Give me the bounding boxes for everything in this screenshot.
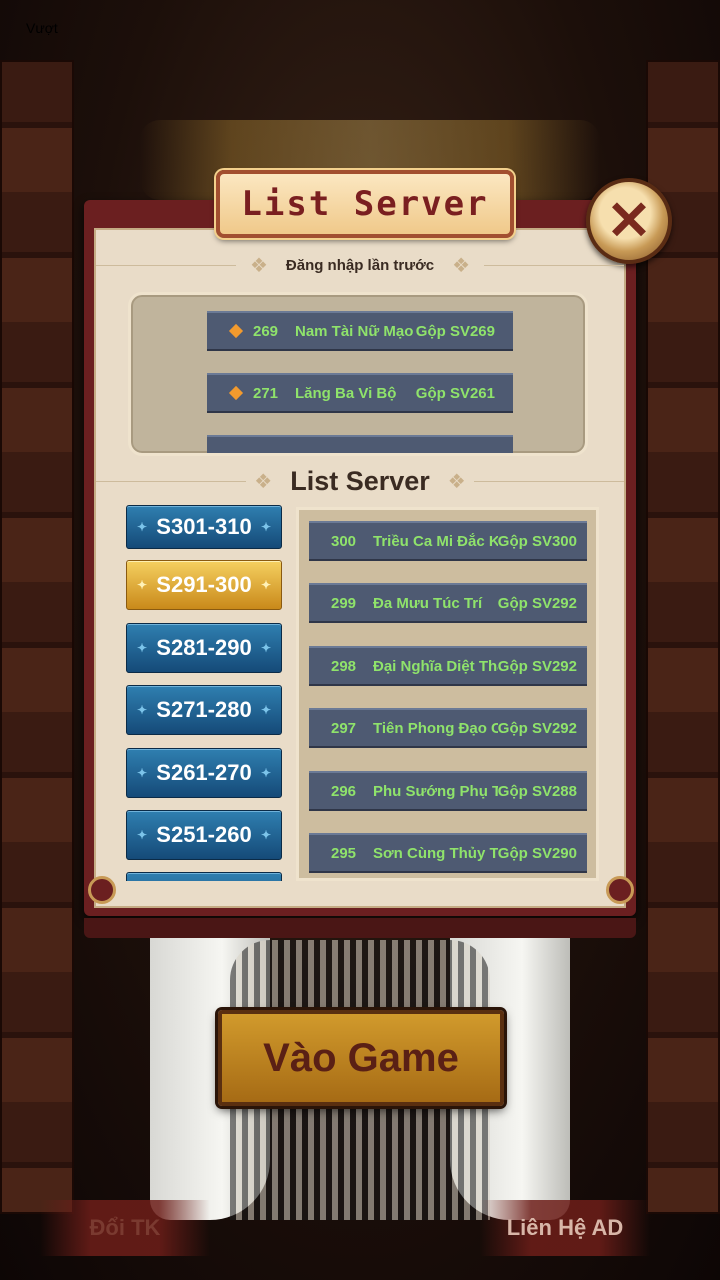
recent-server-row[interactable]: 271 Lăng Ba Vi Bộ Gộp SV261 <box>207 373 513 413</box>
server-group-label: S281-290 <box>156 635 252 660</box>
server-group-tab-active[interactable]: ✦ S291-300 ✦ <box>126 560 282 610</box>
server-merge-label: Gộp SV300 <box>497 532 577 550</box>
sparkle-icon: ✦ <box>137 641 148 655</box>
dialog-base <box>84 918 636 938</box>
server-row[interactable]: 298 Đại Nghĩa Diệt Thân Gộp SV292 <box>309 646 587 686</box>
sparkle-icon: ✦ <box>260 520 271 534</box>
recent-login-label: Đăng nhập lần trước <box>285 256 435 274</box>
sparkle-icon: ✦ <box>260 703 271 717</box>
server-number: 271 <box>253 384 279 402</box>
sparkle-icon: ✦ <box>137 766 148 780</box>
server-number: 269 <box>253 322 279 340</box>
server-group-label: S261-270 <box>156 760 252 785</box>
server-group-list[interactable]: ✦ S301-310 ✦ ✦ S291-300 ✦ ✦ S281-290 ✦ ✦… <box>126 505 284 881</box>
dialog-title-plate: List Server <box>216 170 514 238</box>
diamond-icon <box>228 385 244 401</box>
server-merge-label: Gộp SV290 <box>497 844 577 862</box>
server-number: 295 <box>331 844 357 862</box>
server-name: Phu Sướng Phụ Tùy <box>373 782 498 800</box>
knot-ornament-icon: ❖ <box>452 254 471 277</box>
server-name: Đa Mưu Túc Trí <box>373 594 483 612</box>
status-text: Vượt <box>26 20 58 36</box>
background-pillar-left <box>0 60 74 1214</box>
server-group-tab[interactable]: ✦ S251-260 ✦ <box>126 810 282 860</box>
close-button[interactable]: ✕ <box>586 178 672 264</box>
server-name: Đại Nghĩa Diệt Thân <box>373 657 498 675</box>
server-group-label: S251-260 <box>156 822 252 847</box>
sparkle-icon: ✦ <box>260 766 271 780</box>
server-list-label: List Server <box>290 465 430 496</box>
server-group-tab[interactable]: ✦ S271-280 ✦ <box>126 685 282 735</box>
play-game-button[interactable]: Vào Game <box>218 1010 504 1106</box>
server-row[interactable]: 299 Đa Mưu Túc Trí Gộp SV292 <box>309 583 587 623</box>
dialog-title: List Server <box>241 184 489 224</box>
recent-server-row-partial[interactable] <box>207 435 513 453</box>
server-row[interactable]: 295 Sơn Cùng Thủy Tận Gộp SV290 <box>309 833 587 873</box>
server-list-header: ❖ List Server ❖ <box>230 462 490 500</box>
divider <box>96 481 246 482</box>
server-number: 299 <box>331 594 357 612</box>
server-list-panel[interactable]: 300 Triều Ca Mi Đắc Kỷ Gộp SV300 299 Đa … <box>296 507 599 881</box>
server-group-tab[interactable]: ✦ S281-290 ✦ <box>126 623 282 673</box>
server-group-label: S271-280 <box>156 697 252 722</box>
server-group-label: S291-300 <box>156 572 252 597</box>
server-number: 298 <box>331 657 357 675</box>
corner-ornament-icon <box>88 876 116 904</box>
server-merge-label: Gộp SV269 <box>415 322 495 340</box>
switch-account-label: Đổi TK <box>89 1215 161 1240</box>
recent-login-header: ❖ Đăng nhập lần trước ❖ <box>230 250 490 280</box>
server-name: Sơn Cùng Thủy Tận <box>373 844 498 862</box>
sparkle-icon: ✦ <box>137 703 148 717</box>
recent-server-row[interactable]: 269 Nam Tài Nữ Mạo Gộp SV269 <box>207 311 513 351</box>
contact-admin-label: Liên Hệ AD <box>506 1215 624 1240</box>
server-merge-label: Gộp SV261 <box>415 384 495 402</box>
server-row[interactable]: 300 Triều Ca Mi Đắc Kỷ Gộp SV300 <box>309 521 587 561</box>
divider <box>96 265 236 266</box>
server-merge-label: Gộp SV292 <box>497 594 577 612</box>
server-group-tab[interactable]: ✦ S261-270 ✦ <box>126 748 282 798</box>
divider <box>474 481 624 482</box>
knot-ornament-icon: ❖ <box>254 470 273 493</box>
switch-account-button[interactable]: Đổi TK <box>40 1200 210 1256</box>
server-name: Lăng Ba Vi Bộ <box>295 384 397 402</box>
sparkle-icon: ✦ <box>137 828 148 842</box>
sparkle-icon: ✦ <box>260 641 271 655</box>
diamond-icon <box>228 323 244 339</box>
server-name: Nam Tài Nữ Mạo <box>295 322 414 340</box>
knot-ornament-icon: ❖ <box>249 254 268 277</box>
server-merge-label: Gộp SV292 <box>497 657 577 675</box>
server-merge-label: Gộp SV292 <box>497 719 577 737</box>
corner-ornament-icon <box>606 876 634 904</box>
recent-servers-box[interactable]: 269 Nam Tài Nữ Mạo Gộp SV269 271 Lăng Ba… <box>128 292 588 456</box>
contact-admin-button[interactable]: Liên Hệ AD <box>480 1200 650 1256</box>
sparkle-icon: ✦ <box>137 578 148 592</box>
server-number: 296 <box>331 782 357 800</box>
knot-ornament-icon: ❖ <box>447 470 466 493</box>
server-name: Tiên Phong Đạo Cốt <box>373 719 498 737</box>
close-x-icon: ✕ <box>606 191 652 251</box>
server-group-tab[interactable]: ✦ S301-310 ✦ <box>126 505 282 549</box>
server-group-label: S301-310 <box>156 514 252 539</box>
sparkle-icon: ✦ <box>137 520 148 534</box>
server-merge-label: Gộp SV288 <box>497 782 577 800</box>
server-number: 300 <box>331 532 357 550</box>
divider <box>484 265 624 266</box>
server-row[interactable]: 296 Phu Sướng Phụ Tùy Gộp SV288 <box>309 771 587 811</box>
server-number: 297 <box>331 719 357 737</box>
play-game-label: Vào Game <box>263 1035 459 1080</box>
server-row[interactable]: 297 Tiên Phong Đạo Cốt Gộp SV292 <box>309 708 587 748</box>
sparkle-icon: ✦ <box>260 578 271 592</box>
sparkle-icon: ✦ <box>260 828 271 842</box>
server-name: Triều Ca Mi Đắc Kỷ <box>373 532 498 550</box>
server-group-tab-partial[interactable] <box>126 872 282 881</box>
